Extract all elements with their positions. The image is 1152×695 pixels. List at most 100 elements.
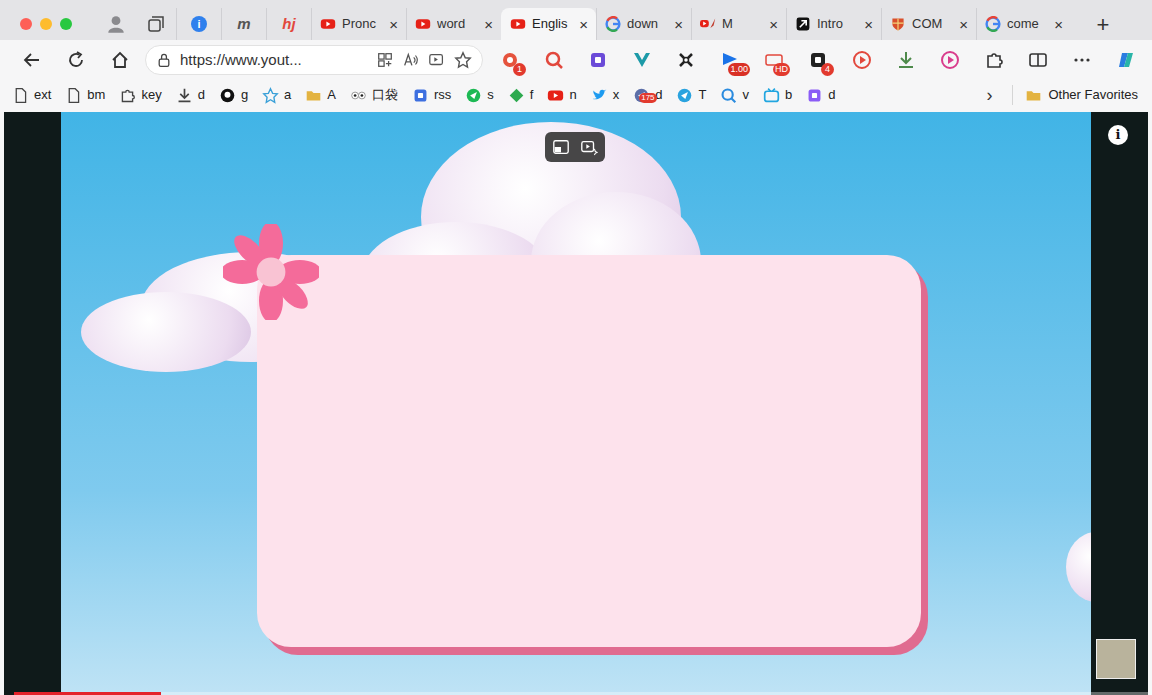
tab-close-button[interactable]: × xyxy=(959,17,968,32)
browser-tab[interactable]: come× xyxy=(976,8,1071,40)
diamond-icon xyxy=(508,87,525,104)
youtube-icon xyxy=(415,16,431,32)
pinned-tab[interactable]: i xyxy=(176,8,221,40)
progress-track[interactable] xyxy=(14,692,1148,695)
video-icon[interactable] xyxy=(428,51,446,69)
extension-button[interactable] xyxy=(972,42,1016,78)
folder-icon xyxy=(305,87,322,104)
bookmark[interactable]: key xyxy=(119,85,169,105)
extension-badge: 1 xyxy=(513,63,526,76)
bookmark[interactable]: g xyxy=(219,85,256,105)
bookmark-label: g xyxy=(241,85,248,105)
home-button[interactable] xyxy=(98,42,142,78)
tab-close-button[interactable]: × xyxy=(484,17,493,32)
bookmark[interactable]: rss xyxy=(412,85,459,105)
bookmark[interactable]: A xyxy=(305,85,344,105)
window-controls xyxy=(20,8,72,40)
browser-tab[interactable]: M× xyxy=(691,8,786,40)
workspaces-button[interactable] xyxy=(136,8,176,40)
bookmark-label: b xyxy=(785,85,792,105)
window-control-button[interactable] xyxy=(20,18,32,30)
site-logo: m xyxy=(237,13,250,36)
bookmark[interactable]: 口袋 xyxy=(350,85,406,105)
cloud-shape xyxy=(1066,532,1091,602)
address-bar[interactable]: https://www.yout... xyxy=(145,45,483,75)
address-text: https://www.yout... xyxy=(180,49,368,72)
favorite-star-icon[interactable] xyxy=(454,51,472,69)
browser-tab[interactable]: COM× xyxy=(881,8,976,40)
info-button[interactable]: i xyxy=(1108,125,1128,145)
browser-tab[interactable]: Englis× xyxy=(501,8,596,40)
bookmark[interactable]: bm xyxy=(65,85,113,105)
extension-button[interactable] xyxy=(620,42,664,78)
extension-button[interactable] xyxy=(840,42,884,78)
tab-close-button[interactable]: × xyxy=(769,17,778,32)
split-screen-button[interactable] xyxy=(1016,42,1060,78)
bookmark-label: 口袋 xyxy=(372,85,398,105)
extension-button[interactable] xyxy=(884,42,928,78)
bookmark-label: f xyxy=(530,85,534,105)
bookmark[interactable]: d xyxy=(806,85,843,105)
other-favorites-label: Other Favorites xyxy=(1048,85,1138,105)
info-icon: i xyxy=(191,16,207,32)
bookmark[interactable]: ext xyxy=(12,85,59,105)
bookmark[interactable]: x xyxy=(591,85,628,105)
other-favorites[interactable]: Other Favorites xyxy=(1012,85,1152,105)
pinned-tab[interactable]: hj xyxy=(266,8,311,40)
toolbar: https://www.yout... 1 1.00HD4 xyxy=(0,40,1152,80)
tab-close-button[interactable]: × xyxy=(1054,17,1063,32)
bookmark-badge: 175 xyxy=(639,93,656,103)
tab-close-button[interactable]: × xyxy=(864,17,873,32)
bookmark[interactable]: d xyxy=(176,85,213,105)
miniplayer-icon[interactable] xyxy=(552,138,570,156)
bookmark[interactable]: 175d xyxy=(633,85,670,105)
tab-close-button[interactable]: × xyxy=(674,17,683,32)
ai-video-icon[interactable] xyxy=(580,138,598,156)
extension-button[interactable]: 1.00 xyxy=(708,42,752,78)
extension-button[interactable]: 4 xyxy=(796,42,840,78)
window-control-button[interactable] xyxy=(40,18,52,30)
search-icon xyxy=(544,50,564,70)
extension-button[interactable] xyxy=(532,42,576,78)
pinned-tab[interactable]: m xyxy=(221,8,266,40)
extension-button[interactable]: HD xyxy=(752,42,796,78)
tab-close-button[interactable]: × xyxy=(579,17,588,32)
reload-button[interactable] xyxy=(54,42,98,78)
back-button[interactable] xyxy=(10,42,54,78)
google-icon xyxy=(985,16,1001,32)
bookmark[interactable]: s xyxy=(465,85,502,105)
copilot-button[interactable] xyxy=(1104,42,1148,78)
browser-tab[interactable]: down× xyxy=(596,8,691,40)
video-player[interactable]: i xyxy=(4,112,1148,695)
bookmark[interactable]: n xyxy=(547,85,584,105)
bookmark[interactable]: f xyxy=(508,85,542,105)
bookmark[interactable]: a xyxy=(262,85,299,105)
extension-button[interactable] xyxy=(928,42,972,78)
more-button[interactable] xyxy=(1060,42,1104,78)
window-control-button[interactable] xyxy=(60,18,72,30)
folder-icon xyxy=(1025,87,1042,104)
bookmark[interactable]: T xyxy=(676,85,714,105)
browser-tab[interactable]: Intro× xyxy=(786,8,881,40)
extension-button[interactable] xyxy=(664,42,708,78)
read-aloud-icon[interactable] xyxy=(402,51,420,69)
profile-button[interactable] xyxy=(96,8,136,40)
tab-close-button[interactable]: × xyxy=(389,17,398,32)
extension-button[interactable]: 1 xyxy=(488,42,532,78)
eyes-icon xyxy=(350,87,367,104)
bookmark[interactable]: b xyxy=(763,85,800,105)
channel-watermark[interactable] xyxy=(1096,639,1136,679)
bookmark-label: a xyxy=(284,85,291,105)
extension-button[interactable] xyxy=(576,42,620,78)
bookmark-label: s xyxy=(487,85,494,105)
bird-icon xyxy=(591,87,608,104)
browser-tab[interactable]: Pronc× xyxy=(311,8,406,40)
bookmarks-overflow-button[interactable]: › xyxy=(974,82,1004,109)
apps-icon[interactable] xyxy=(376,51,394,69)
browser-tab[interactable]: word× xyxy=(406,8,501,40)
new-tab-button[interactable]: + xyxy=(1081,8,1125,40)
bookmark-label: bm xyxy=(87,85,105,105)
bookmark[interactable]: v xyxy=(720,85,757,105)
video-frame xyxy=(61,112,1091,695)
puzzle-icon xyxy=(984,50,1004,70)
